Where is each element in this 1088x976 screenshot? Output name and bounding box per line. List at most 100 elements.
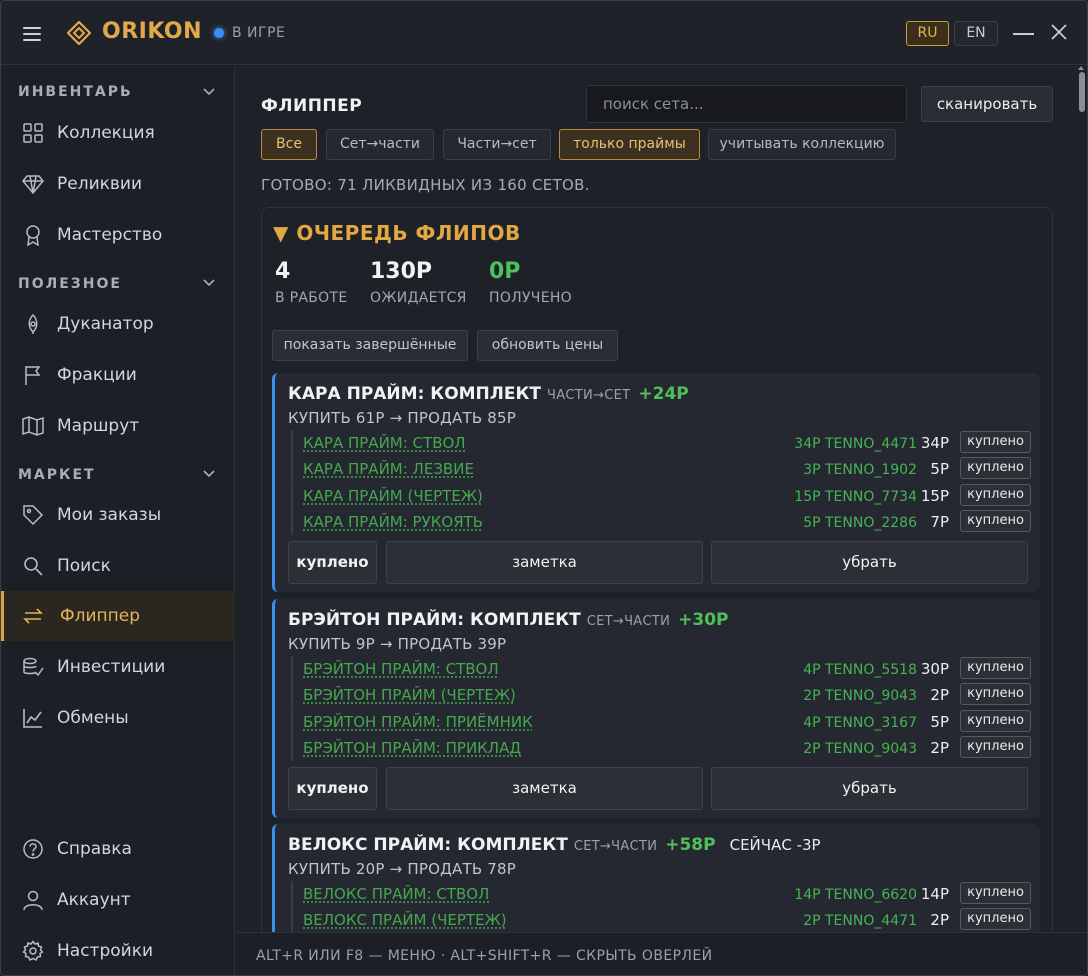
part-row: КАРА ПРАЙМ (ЧЕРТЕЖ) 15Р TENNO_7734 15Р к… bbox=[291, 483, 1031, 509]
map-icon bbox=[22, 416, 44, 436]
note-button[interactable]: заметка bbox=[386, 541, 703, 584]
refresh-prices-button[interactable]: обновить цены bbox=[477, 330, 618, 361]
filter-account-collection[interactable]: учитывать коллекцию bbox=[708, 129, 896, 160]
status-indicator bbox=[214, 28, 224, 38]
scrollbar[interactable] bbox=[1076, 66, 1087, 932]
minimize-icon[interactable] bbox=[1013, 33, 1034, 35]
title-bar: ORIKON В ИГРЕ RU EN bbox=[1, 1, 1087, 65]
part-bought-button[interactable]: куплено bbox=[960, 484, 1031, 506]
filter-set-to-parts[interactable]: Сет→части bbox=[326, 129, 434, 160]
queue-title[interactable]: ▼ ОЧЕРЕДЬ ФЛИПОВ bbox=[273, 221, 521, 245]
part-link[interactable]: КАРА ПРАЙМ: РУКОЯТЬ bbox=[303, 513, 483, 531]
sidebar-item-help[interactable]: Справка bbox=[1, 824, 235, 874]
menu-icon[interactable] bbox=[23, 27, 41, 41]
filter-parts-to-set[interactable]: Части→сет bbox=[443, 129, 551, 160]
sidebar-item-trades[interactable]: Обмены bbox=[1, 693, 235, 743]
part-link[interactable]: БРЭЙТОН ПРАЙМ: СТВОЛ bbox=[303, 660, 499, 678]
sidebar-item-ducanator[interactable]: Дуканатор bbox=[1, 299, 235, 349]
part-price: 2Р bbox=[930, 686, 949, 704]
chevron-down-icon[interactable] bbox=[203, 470, 215, 478]
sidebar-item-label: Мои заказы bbox=[57, 505, 162, 525]
note-button[interactable]: заметка bbox=[386, 767, 703, 810]
part-bought-button[interactable]: куплено bbox=[960, 736, 1031, 758]
sidebar-item-account[interactable]: Аккаунт bbox=[1, 875, 235, 925]
card-mode: СЕТ→ЧАСТИ bbox=[586, 614, 671, 629]
chevron-down-icon[interactable] bbox=[203, 279, 215, 287]
scroll-up-icon[interactable] bbox=[1078, 66, 1084, 70]
main-panel: ФЛИППЕР сканировать Все Сет→части Части→… bbox=[236, 66, 1076, 932]
section-inventory[interactable]: ИНВЕНТАРЬ bbox=[18, 84, 133, 100]
section-useful[interactable]: ПОЛЕЗНОЕ bbox=[18, 276, 122, 292]
part-bought-button[interactable]: куплено bbox=[960, 908, 1031, 930]
part-link[interactable]: ВЕЛОКС ПРАЙМ (ЧЕРТЕЖ) bbox=[303, 911, 507, 929]
mark-bought-button[interactable]: куплено bbox=[288, 767, 377, 810]
search-input[interactable] bbox=[586, 85, 907, 123]
flip-queue-panel: ▼ ОЧЕРЕДЬ ФЛИПОВ 4 В РАБОТЕ 130Р ОЖИДАЕТ… bbox=[261, 207, 1053, 932]
part-price: 7Р bbox=[930, 513, 949, 531]
app-title: ORIKON bbox=[102, 19, 203, 44]
card-mode: ЧАСТИ→СЕТ bbox=[547, 388, 631, 403]
sidebar-item-collection[interactable]: Коллекция bbox=[1, 108, 235, 158]
show-completed-button[interactable]: показать завершённые bbox=[272, 330, 468, 361]
part-link[interactable]: КАРА ПРАЙМ: ЛЕЗВИЕ bbox=[303, 460, 474, 478]
part-bought-button[interactable]: куплено bbox=[960, 710, 1031, 732]
section-market[interactable]: МАРКЕТ bbox=[18, 467, 96, 483]
part-row: КАРА ПРАЙМ: РУКОЯТЬ 5Р TENNO_2286 7Р куп… bbox=[291, 509, 1031, 535]
sidebar-item-label: Инвестиции bbox=[57, 657, 166, 677]
sidebar-item-label: Поиск bbox=[57, 556, 111, 576]
part-row: ВЕЛОКС ПРАЙМ: СТВОЛ 14Р TENNO_6620 14Р к… bbox=[291, 881, 1031, 907]
part-price: 15Р bbox=[920, 487, 949, 505]
flip-card: БРЭЙТОН ПРАЙМ: КОМПЛЕКТ СЕТ→ЧАСТИ +30Р КУП… bbox=[272, 599, 1040, 818]
lang-en-button[interactable]: EN bbox=[954, 21, 998, 46]
card-buy-sell: КУПИТЬ 61Р → ПРОДАТЬ 85Р bbox=[288, 409, 517, 427]
close-icon[interactable] bbox=[1049, 22, 1069, 42]
sidebar-item-label: Аккаунт bbox=[57, 890, 131, 910]
sidebar-item-investments[interactable]: Инвестиции bbox=[1, 642, 235, 692]
part-bought-button[interactable]: куплено bbox=[960, 510, 1031, 532]
card-mode: СЕТ→ЧАСТИ bbox=[573, 839, 658, 854]
chart-icon bbox=[23, 709, 42, 728]
filter-primes-only[interactable]: только праймы bbox=[559, 129, 700, 160]
card-profit: +24Р bbox=[638, 384, 689, 404]
part-seller: 2Р TENNO_9043 bbox=[803, 688, 917, 704]
part-bought-button[interactable]: куплено bbox=[960, 683, 1031, 705]
part-bought-button[interactable]: куплено bbox=[960, 457, 1031, 479]
part-link[interactable]: БРЭЙТОН ПРАЙМ: ПРИЁМНИК bbox=[303, 713, 533, 731]
chevron-down-icon[interactable] bbox=[203, 88, 215, 96]
filter-all[interactable]: Все bbox=[261, 129, 317, 160]
sidebar-item-label: Реликвии bbox=[57, 174, 143, 194]
part-link[interactable]: КАРА ПРАЙМ (ЧЕРТЕЖ) bbox=[303, 487, 483, 505]
remove-button[interactable]: убрать bbox=[711, 767, 1028, 810]
sidebar-item-mastery[interactable]: Мастерство bbox=[1, 210, 235, 260]
scroll-thumb[interactable] bbox=[1079, 72, 1085, 112]
sidebar-item-relics[interactable]: Реликвии bbox=[1, 159, 235, 209]
remove-button[interactable]: убрать bbox=[711, 541, 1028, 584]
part-bought-button[interactable]: куплено bbox=[960, 657, 1031, 679]
part-bought-button[interactable]: куплено bbox=[960, 431, 1031, 453]
mark-bought-button[interactable]: куплено bbox=[288, 541, 377, 584]
sidebar-item-search[interactable]: Поиск bbox=[1, 541, 235, 591]
stat-received-label: ПОЛУЧЕНО bbox=[489, 290, 572, 306]
sidebar-item-factions[interactable]: Фракции bbox=[1, 350, 235, 400]
part-link[interactable]: БРЭЙТОН ПРАЙМ (ЧЕРТЕЖ) bbox=[303, 686, 516, 704]
part-row: БРЭЙТОН ПРАЙМ: СТВОЛ 4Р TENNO_5518 30Р к… bbox=[291, 656, 1031, 682]
scan-button[interactable]: сканировать bbox=[921, 86, 1053, 122]
lang-ru-button[interactable]: RU bbox=[906, 21, 949, 46]
sidebar-item-route[interactable]: Маршрут bbox=[1, 401, 235, 451]
part-price: 5Р bbox=[930, 713, 949, 731]
card-title-text: БРЭЙТОН ПРАЙМ: КОМПЛЕКТ bbox=[288, 610, 581, 630]
flip-card: КАРА ПРАЙМ: КОМПЛЕКТ ЧАСТИ→СЕТ +24Р КУПИТЬ… bbox=[272, 373, 1040, 592]
queue-title-text: ОЧЕРЕДЬ ФЛИПОВ bbox=[296, 221, 521, 245]
part-link[interactable]: ВЕЛОКС ПРАЙМ: СТВОЛ bbox=[303, 885, 489, 903]
part-seller: 2Р TENNO_9043 bbox=[803, 741, 917, 757]
sidebar-item-flipper[interactable]: Флиппер bbox=[1, 591, 235, 641]
part-price: 30Р bbox=[920, 660, 949, 678]
part-link[interactable]: БРЭЙТОН ПРАЙМ: ПРИКЛАД bbox=[303, 739, 521, 757]
sidebar: ИНВЕНТАРЬ Коллекция Реликвии Мастерство … bbox=[1, 66, 235, 975]
sidebar-item-my-orders[interactable]: Мои заказы bbox=[1, 490, 235, 540]
part-seller: 4Р TENNO_5518 bbox=[803, 662, 917, 678]
part-link[interactable]: КАРА ПРАЙМ: СТВОЛ bbox=[303, 434, 466, 452]
sidebar-item-settings[interactable]: Настройки bbox=[1, 926, 235, 975]
part-price: 2Р bbox=[930, 739, 949, 757]
part-bought-button[interactable]: куплено bbox=[960, 882, 1031, 904]
